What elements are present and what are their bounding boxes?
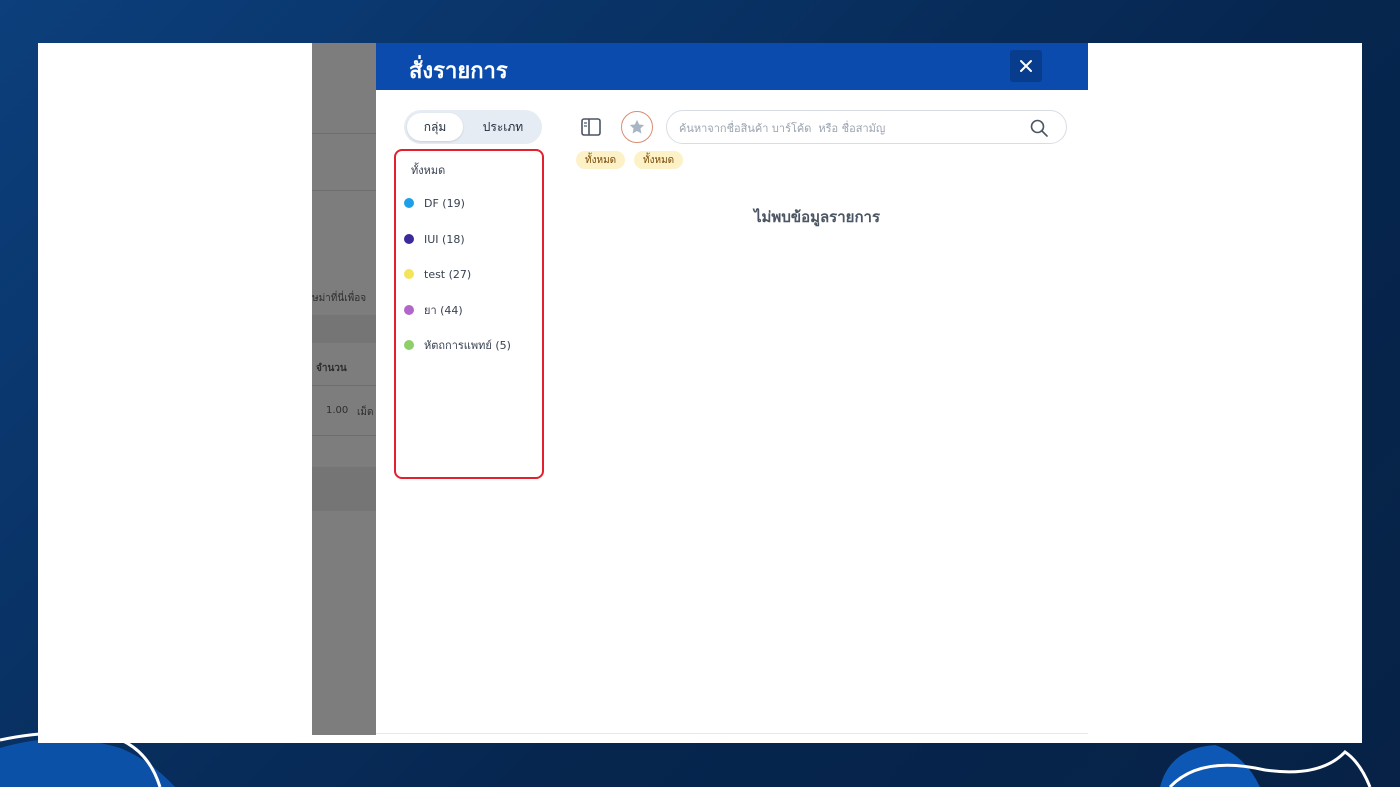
category-color-dot — [404, 340, 414, 350]
category-item-medicine[interactable]: ยา (44) — [404, 300, 463, 320]
category-item-procedure[interactable]: หัตถการแพทย์ (5) — [404, 335, 511, 355]
category-label: test (27) — [424, 267, 472, 281]
category-color-dot — [404, 269, 414, 279]
close-icon — [1020, 60, 1032, 72]
empty-state-message: ไม่พบข้อมูลรายการ — [754, 208, 881, 226]
sidebar-toggle-icon[interactable] — [580, 116, 602, 138]
background-divider — [312, 435, 376, 436]
close-button[interactable] — [1010, 50, 1042, 82]
background-header-band — [312, 315, 376, 343]
filter-chip[interactable]: ทั้งหมด — [576, 151, 626, 169]
modal-footer-divider — [376, 733, 1088, 734]
group-type-toggle: กลุ่ม ประเภท — [404, 110, 542, 144]
toggle-option-group[interactable]: กลุ่ม — [407, 113, 463, 141]
search-input[interactable] — [679, 118, 1019, 138]
modal-header: สั่งรายการ — [376, 43, 1088, 90]
category-color-dot — [404, 198, 414, 208]
category-color-dot — [404, 234, 414, 244]
category-item-test[interactable]: test (27) — [404, 264, 471, 284]
modal-title: สั่งรายการ — [409, 59, 508, 84]
filter-chip[interactable]: ทั้งหมด — [634, 151, 684, 169]
screenshot-canvas: ษม่าที่นี่เพื่อจ จำนวน 1.00 เม็ด สั่งราย… — [38, 43, 1362, 743]
category-label: ยา (44) — [424, 304, 463, 317]
background-column-header: จำนวน — [316, 363, 347, 374]
background-band — [312, 467, 376, 511]
search-icon[interactable] — [1029, 118, 1049, 138]
favorite-button[interactable] — [621, 111, 653, 143]
category-label: IUI (18) — [424, 232, 465, 246]
star-icon — [629, 119, 645, 134]
order-modal: สั่งรายการ กลุ่ม ประเภท ทั้งหมด DF (19) … — [376, 43, 1088, 735]
toggle-option-type[interactable]: ประเภท — [468, 113, 538, 141]
background-divider — [312, 385, 376, 386]
category-all[interactable]: ทั้งหมด — [411, 161, 445, 179]
background-row-unit: เม็ด — [357, 407, 374, 418]
background-divider — [312, 133, 376, 134]
background-divider — [312, 190, 376, 191]
category-item-df[interactable]: DF (19) — [404, 193, 465, 213]
background-page: ษม่าที่นี่เพื่อจ จำนวน 1.00 เม็ด — [312, 43, 376, 735]
search-box — [666, 110, 1067, 144]
category-list: ทั้งหมด DF (19) IUI (18) test (27) ยา (4… — [394, 149, 544, 479]
category-item-iui[interactable]: IUI (18) — [404, 229, 465, 249]
category-color-dot — [404, 305, 414, 315]
background-row-quantity: 1.00 — [326, 405, 349, 416]
category-label: หัตถการแพทย์ (5) — [424, 339, 511, 352]
background-hint-text: ษม่าที่นี่เพื่อจ — [312, 293, 367, 304]
category-label: DF (19) — [424, 196, 465, 210]
